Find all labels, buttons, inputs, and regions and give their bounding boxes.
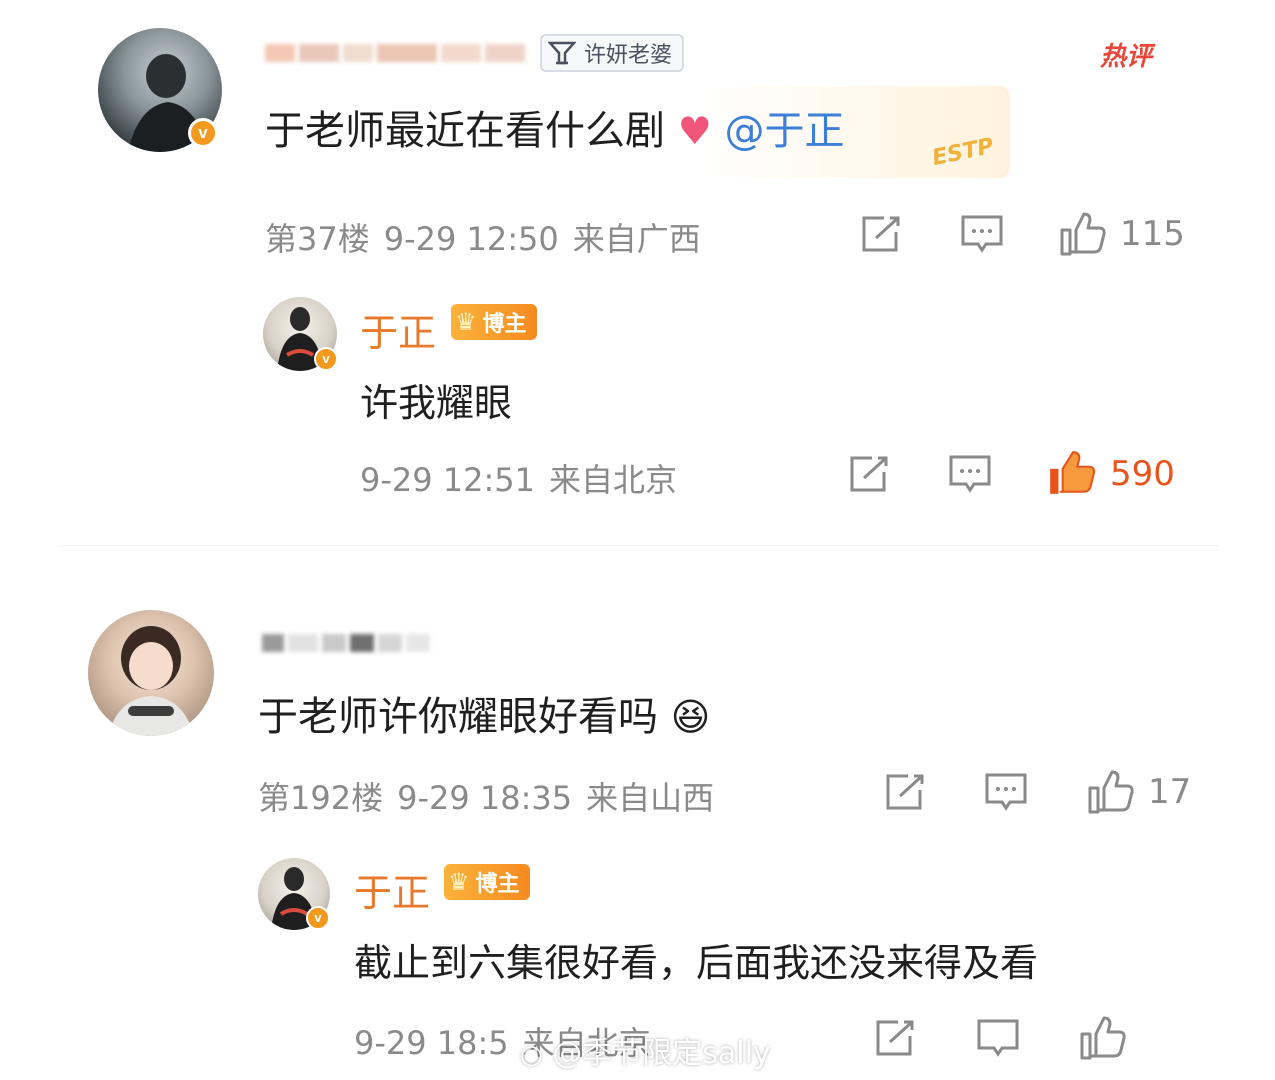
fan-badge-icon xyxy=(548,41,576,65)
blogger-badge-label: 博主 xyxy=(482,312,527,337)
fan-badge-label: 许妍老婆 xyxy=(584,43,673,68)
comment-body: 于老师许你耀眼好看吗 xyxy=(258,694,658,740)
reply-time: 9-29 18:5 xyxy=(354,1024,509,1062)
like-count: 590 xyxy=(1110,454,1175,494)
watermark: ◉ @季节限定sally xyxy=(520,1028,771,1072)
username-blurred xyxy=(262,634,430,652)
crown-icon: ♛ xyxy=(455,308,477,336)
floor-number: 第37楼 xyxy=(265,220,370,258)
verified-icon: v xyxy=(188,118,218,148)
comment-time: 9-29 12:50 xyxy=(383,220,559,258)
like-count: 115 xyxy=(1120,214,1185,254)
weibo-logo-icon: ◉ xyxy=(520,1040,543,1070)
liked-icon[interactable] xyxy=(1046,450,1096,496)
reply-meta: 9-29 12:51 来自北京 xyxy=(360,455,677,501)
comment-icon[interactable] xyxy=(984,772,1028,812)
laughing-cry-emoji: 😆 xyxy=(670,695,711,739)
reply-text: 截止到六集很好看，后面我还没来得及看 xyxy=(354,941,1039,985)
floor-number: 第192楼 xyxy=(258,779,384,817)
mention-link[interactable]: @于正 xyxy=(725,108,845,154)
share-icon[interactable] xyxy=(874,1018,918,1058)
comment-time: 9-29 18:35 xyxy=(397,779,573,817)
like-count: 17 xyxy=(1148,772,1192,812)
crown-icon: ♛ xyxy=(448,868,470,896)
like-icon[interactable] xyxy=(1086,770,1134,814)
watermark-text: @季节限定sally xyxy=(552,1036,771,1071)
comment-meta: 第192楼 9-29 18:35 来自山西 xyxy=(258,773,714,819)
share-icon[interactable] xyxy=(848,454,892,494)
reply-text: 许我耀眼 xyxy=(360,381,513,425)
blogger-badge: ♛ 博主 xyxy=(451,304,537,340)
blogger-badge: ♛ 博主 xyxy=(444,864,530,900)
comment-location: 来自广西 xyxy=(572,220,701,258)
comment-icon[interactable] xyxy=(948,454,992,494)
comment-body: 于老师最近在看什么剧 xyxy=(265,108,665,154)
avatar-image-icon xyxy=(108,626,194,736)
comment-icon[interactable] xyxy=(960,214,1004,254)
comment-icon[interactable] xyxy=(976,1018,1020,1058)
comment-divider xyxy=(60,545,1220,546)
like-icon[interactable] xyxy=(1078,1016,1126,1060)
reply-time: 9-29 12:51 xyxy=(360,461,536,499)
hot-comment-label: 热评 xyxy=(1100,42,1153,72)
comment-meta: 第37楼 9-29 12:50 来自广西 xyxy=(265,214,701,260)
blogger-badge-label: 博主 xyxy=(475,872,520,897)
user-avatar[interactable] xyxy=(88,610,214,736)
reply-author-name[interactable]: 于正 xyxy=(360,302,436,357)
like-icon[interactable] xyxy=(1058,212,1106,256)
share-icon[interactable] xyxy=(884,772,928,812)
comment-location: 来自山西 xyxy=(586,779,715,817)
share-icon[interactable] xyxy=(860,214,904,254)
verified-icon: v xyxy=(314,347,338,371)
username-blurred xyxy=(265,44,525,62)
reply-location: 来自北京 xyxy=(549,461,678,499)
heart-emoji: ♥ xyxy=(677,109,712,153)
reply-author-name[interactable]: 于正 xyxy=(354,862,430,917)
verified-icon: v xyxy=(306,906,330,930)
comment-text: 于老师最近在看什么剧 ♥ @于正 xyxy=(265,98,845,156)
comment-text: 于老师许你耀眼好看吗 😆 xyxy=(258,684,710,742)
fan-badge[interactable]: 许妍老婆 xyxy=(540,34,685,72)
